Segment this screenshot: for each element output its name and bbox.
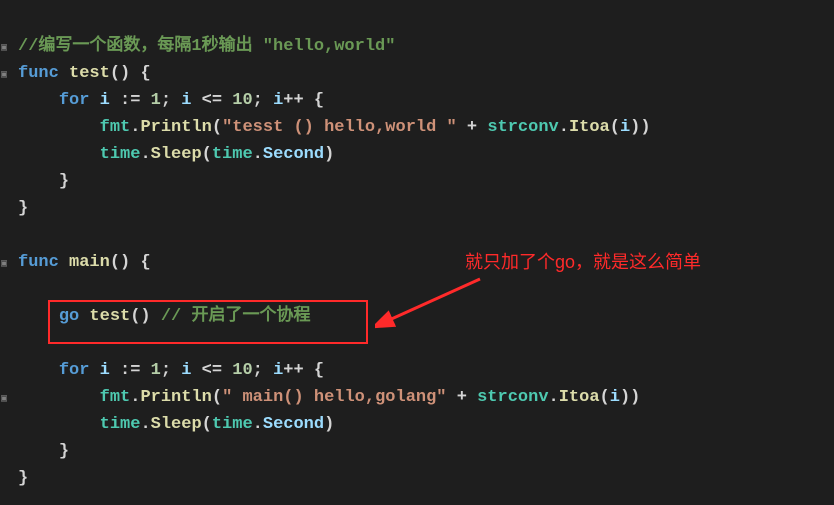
- op: ++: [283, 91, 303, 110]
- fold-marker[interactable]: ▣: [1, 260, 11, 270]
- parens: (): [130, 307, 150, 326]
- dot: .: [549, 388, 559, 407]
- code-editor[interactable]: //编写一个函数，每隔1秒输出 "hello,world" func test(…: [0, 0, 834, 492]
- func-name: main: [69, 253, 110, 272]
- brace: }: [59, 442, 69, 461]
- brace: }: [18, 469, 28, 488]
- var-i: i: [620, 118, 630, 137]
- semi: ;: [161, 361, 171, 380]
- brace: {: [140, 253, 150, 272]
- pkg-fmt: fmt: [100, 388, 131, 407]
- dot: .: [140, 145, 150, 164]
- comment-line: // 开启了一个协程: [161, 307, 311, 326]
- keyword-for: for: [59, 91, 90, 110]
- paren: ): [324, 415, 334, 434]
- var-i: i: [100, 91, 110, 110]
- op: <=: [202, 361, 222, 380]
- num: 1: [151, 91, 161, 110]
- op: <=: [202, 91, 222, 110]
- var-i: i: [181, 361, 191, 380]
- dot: .: [130, 118, 140, 137]
- paren: (: [202, 415, 212, 434]
- pkg-time: time: [100, 145, 141, 164]
- fold-marker[interactable]: ▣: [1, 44, 11, 54]
- semi: ;: [253, 361, 263, 380]
- var-i: i: [273, 361, 283, 380]
- dot: .: [253, 415, 263, 434]
- op: :=: [120, 361, 140, 380]
- op: +: [467, 118, 477, 137]
- paren: (: [600, 388, 610, 407]
- var-i: i: [610, 388, 620, 407]
- pkg-strconv: strconv: [477, 388, 548, 407]
- pkg-fmt: fmt: [100, 118, 131, 137]
- brace: }: [59, 172, 69, 191]
- const-second: Second: [263, 145, 324, 164]
- num: 1: [151, 361, 161, 380]
- num: 10: [232, 361, 252, 380]
- keyword-go: go: [59, 307, 79, 326]
- pkg-time: time: [100, 415, 141, 434]
- pkg-time: time: [212, 415, 253, 434]
- dot: .: [130, 388, 140, 407]
- string: " main() hello,golang": [222, 388, 446, 407]
- semi: ;: [253, 91, 263, 110]
- fn-println: Println: [140, 118, 211, 137]
- paren: )): [630, 118, 650, 137]
- brace: {: [314, 91, 324, 110]
- fold-marker[interactable]: ▣: [1, 395, 11, 405]
- paren: ): [324, 145, 334, 164]
- num: 10: [232, 91, 252, 110]
- annotation-text: 就只加了个go，就是这么简单: [465, 249, 701, 276]
- var-i: i: [181, 91, 191, 110]
- gutter: ▣ ▣ ▣ ▣: [0, 0, 12, 505]
- comment-line: //编写一个函数，每隔1秒输出 "hello,world": [18, 37, 395, 56]
- func-name: test: [69, 64, 110, 83]
- keyword-func: func: [18, 64, 59, 83]
- parens: (): [110, 253, 130, 272]
- keyword-func: func: [18, 253, 59, 272]
- fn-sleep: Sleep: [151, 145, 202, 164]
- paren: )): [620, 388, 640, 407]
- paren: (: [610, 118, 620, 137]
- var-i: i: [100, 361, 110, 380]
- fn-println: Println: [140, 388, 211, 407]
- parens: (): [110, 64, 130, 83]
- fn-sleep: Sleep: [151, 415, 202, 434]
- dot: .: [559, 118, 569, 137]
- pkg-time: time: [212, 145, 253, 164]
- op: ++: [283, 361, 303, 380]
- op: +: [457, 388, 467, 407]
- brace: }: [18, 199, 28, 218]
- fn-itoa: Itoa: [569, 118, 610, 137]
- paren: (: [202, 145, 212, 164]
- fn-itoa: Itoa: [559, 388, 600, 407]
- dot: .: [140, 415, 150, 434]
- paren: (: [212, 118, 222, 137]
- fn-test: test: [89, 307, 130, 326]
- pkg-strconv: strconv: [487, 118, 558, 137]
- string: "tesst () hello,world ": [222, 118, 457, 137]
- const-second: Second: [263, 415, 324, 434]
- semi: ;: [161, 91, 171, 110]
- keyword-for: for: [59, 361, 90, 380]
- brace: {: [140, 64, 150, 83]
- op: :=: [120, 91, 140, 110]
- fold-marker[interactable]: ▣: [1, 71, 11, 81]
- brace: {: [314, 361, 324, 380]
- var-i: i: [273, 91, 283, 110]
- dot: .: [253, 145, 263, 164]
- paren: (: [212, 388, 222, 407]
